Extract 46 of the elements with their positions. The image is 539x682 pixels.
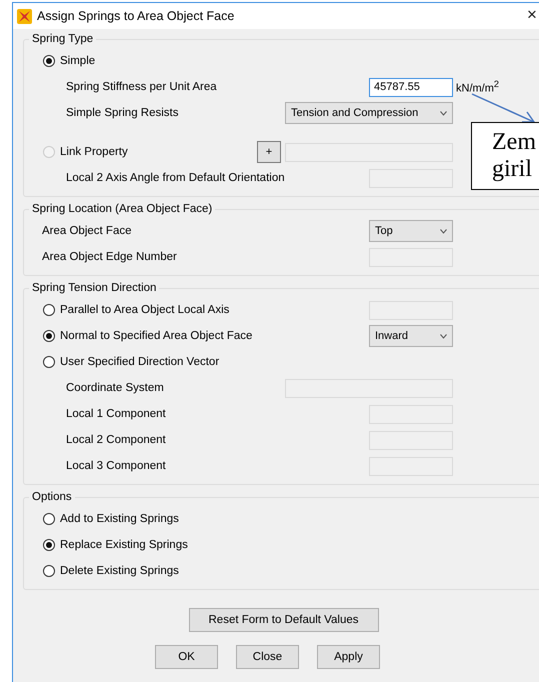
group-title: Options xyxy=(31,491,73,503)
window-title: Assign Springs to Area Object Face xyxy=(37,9,234,23)
dropdown[interactable]: Tension and Compression xyxy=(285,102,453,124)
field-label: Simple Spring Resists xyxy=(66,107,178,119)
dropdown[interactable]: Top xyxy=(369,220,453,242)
field-label: Local 1 Component xyxy=(66,408,166,420)
radio-button[interactable] xyxy=(43,304,55,316)
radio-label: Delete Existing Springs xyxy=(60,565,179,577)
radio-label: Parallel to Area Object Local Axis xyxy=(60,304,230,316)
dialog-button[interactable]: OK xyxy=(155,645,218,669)
field-label: Local 3 Component xyxy=(66,460,166,472)
field-label: Area Object Face xyxy=(42,225,132,237)
chevron-down-icon xyxy=(440,110,447,116)
radio-label: Simple xyxy=(60,55,96,67)
radio-label: User Specified Direction Vector xyxy=(60,356,220,368)
chevron-down-icon xyxy=(440,334,447,338)
dialog-button[interactable]: Close xyxy=(236,645,299,669)
radio-button[interactable] xyxy=(43,330,55,342)
radio-label: Link Property xyxy=(60,146,128,158)
close-button[interactable]: × xyxy=(527,6,537,24)
arrow xyxy=(472,93,536,123)
radio-label: Replace Existing Springs xyxy=(60,539,188,551)
app-icon xyxy=(17,8,32,24)
group-title: Spring Tension Direction xyxy=(31,282,158,294)
input-field[interactable]: 45787.55 xyxy=(369,78,453,96)
field-label: Local 2 Axis Angle from Default Orientation xyxy=(66,172,285,184)
field-label: Spring Stiffness per Unit Area xyxy=(66,81,217,93)
group-title: Spring Type xyxy=(31,33,94,45)
radio-button[interactable] xyxy=(43,539,55,551)
radio-button[interactable] xyxy=(43,356,55,368)
callout-text: giril xyxy=(492,156,533,183)
radio-label: Normal to Specified Area Object Face xyxy=(60,330,252,342)
dialog-button[interactable]: Apply xyxy=(317,645,380,669)
field-label: Coordinate System xyxy=(66,382,164,394)
field-label: Local 2 Component xyxy=(66,434,166,446)
radio-button[interactable] xyxy=(43,55,55,67)
radio-button[interactable] xyxy=(43,565,55,577)
chevron-down-icon xyxy=(440,228,447,234)
field-label: Area Object Edge Number xyxy=(42,251,177,263)
unit-label: kN/m/m$^{2}$ xyxy=(455,79,500,95)
dropdown[interactable]: Inward xyxy=(369,325,453,347)
callout-text: Zem xyxy=(492,129,537,156)
group-title: Spring Location (Area Object Face) xyxy=(31,203,214,215)
radio-label: Add to Existing Springs xyxy=(60,513,179,525)
radio-button[interactable] xyxy=(43,513,55,525)
reset-button[interactable]: Reset Form to Default Values xyxy=(188,608,378,632)
